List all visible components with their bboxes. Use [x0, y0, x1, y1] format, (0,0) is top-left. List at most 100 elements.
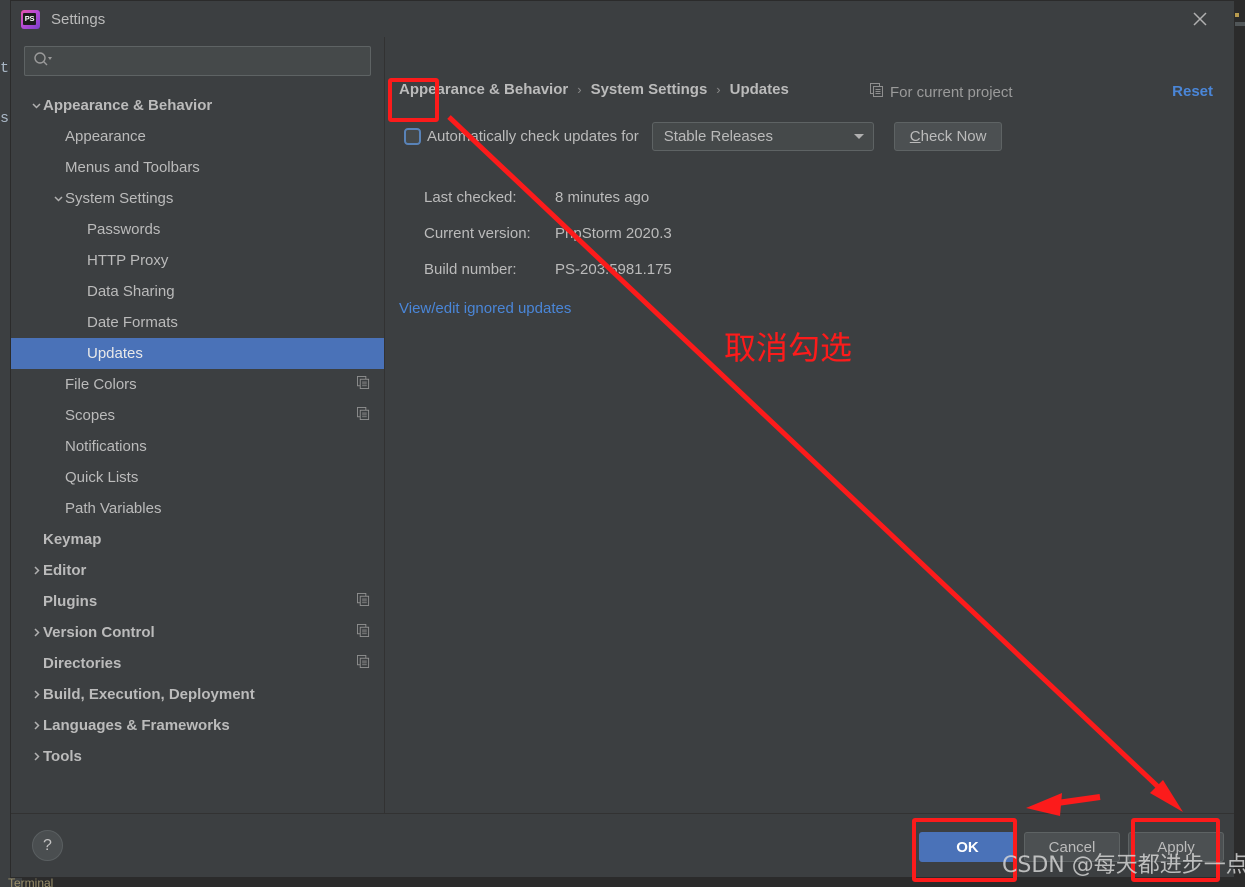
dialog-body: Appearance & Behavior Appearance Menus and…: [11, 37, 1234, 813]
check-now-button[interactable]: Check Now: [893, 121, 1003, 151]
settings-tree: Appearance & Behavior Appearance Menus and…: [11, 76, 384, 813]
sidebar-item-label: Build, Execution, Deployment: [43, 686, 255, 703]
sidebar-item-label: Editor: [43, 562, 87, 579]
apply-button[interactable]: Apply: [1128, 832, 1224, 862]
screen: to s Terminal PS Settings Appearance & B…: [0, 0, 1245, 887]
for-current-project-text: For current project: [890, 83, 1013, 101]
search-wrap: [11, 46, 384, 76]
sidebar-item-updates[interactable]: Updates: [11, 338, 384, 369]
checkbox-box: [403, 127, 421, 145]
update-info-row: Current version: PhpStorm 2020.3: [424, 215, 672, 251]
settings-sidebar: Appearance & Behavior Appearance Menus and…: [11, 37, 385, 813]
sidebar-item-label: Data Sharing: [87, 283, 175, 300]
auto-check-checkbox[interactable]: [399, 123, 425, 149]
project-scope-icon: [357, 375, 370, 394]
cancel-button[interactable]: Cancel: [1024, 832, 1120, 862]
sidebar-item-path-variables[interactable]: Path Variables: [11, 493, 384, 524]
sidebar-item-label: Passwords: [87, 221, 161, 238]
update-channel-value: Stable Releases: [663, 127, 774, 145]
chevron-right-icon[interactable]: [29, 720, 43, 731]
project-scope-icon: [357, 623, 370, 642]
sidebar-item-label: Date Formats: [87, 314, 178, 331]
sidebar-item-system-settings[interactable]: System Settings: [11, 183, 384, 214]
sidebar-item-label: Directories: [43, 655, 122, 672]
dialog-title: Settings: [51, 10, 106, 28]
sidebar-item-notifications[interactable]: Notifications: [11, 431, 384, 462]
sidebar-item-menus-and-toolbars[interactable]: Menus and Toolbars: [11, 152, 384, 183]
sidebar-item-label: File Colors: [65, 376, 137, 393]
chevron-right-icon[interactable]: [29, 627, 43, 638]
breadcrumb-separator: ›: [577, 82, 582, 97]
breadcrumb-separator: ›: [716, 82, 721, 97]
view-edit-ignored-updates-link[interactable]: View/edit ignored updates: [399, 300, 571, 317]
chevron-down-icon[interactable]: [51, 193, 65, 204]
ok-button[interactable]: OK: [919, 832, 1016, 862]
sidebar-item-editor[interactable]: Editor: [11, 555, 384, 586]
sidebar-item-build-execution-deployment[interactable]: Build, Execution, Deployment: [11, 679, 384, 710]
sidebar-item-label: Plugins: [43, 593, 98, 610]
sidebar-item-label: Version Control: [43, 624, 155, 641]
phpstorm-logo-text: PS: [24, 13, 35, 23]
sidebar-item-directories[interactable]: Directories: [11, 648, 384, 679]
check-now-label-rest: heck Now: [920, 127, 987, 145]
sidebar-item-label: Quick Lists: [65, 469, 139, 486]
update-info-key: Last checked:: [424, 188, 517, 206]
search-input[interactable]: [24, 46, 371, 76]
updates-panel: Appearance & Behavior › System Settings › Up…: [385, 37, 1234, 813]
sidebar-item-tools[interactable]: Tools: [11, 741, 384, 772]
copy-scope-icon: [870, 83, 884, 101]
sidebar-item-http-proxy[interactable]: HTTP Proxy: [11, 245, 384, 276]
phpstorm-logo-icon: PS: [21, 9, 40, 29]
sidebar-item-appearance[interactable]: Appearance: [11, 121, 384, 152]
chevron-down-icon: [853, 127, 865, 145]
reset-link[interactable]: Reset: [1172, 83, 1213, 100]
sidebar-item-scopes[interactable]: Scopes: [11, 400, 384, 431]
sidebar-item-languages-frameworks[interactable]: Languages & Frameworks: [11, 710, 384, 741]
dialog-footer: ? OK Cancel Apply: [11, 813, 1234, 877]
auto-check-label: Automatically check updates for: [427, 127, 639, 145]
sidebar-item-label: Notifications: [65, 438, 147, 455]
breadcrumb-item: Updates: [729, 81, 789, 98]
update-channel-select[interactable]: Stable Releases: [651, 121, 874, 151]
update-info-row: Last checked: 8 minutes ago: [424, 179, 672, 215]
update-info-list: Last checked: 8 minutes ago Current versio…: [424, 179, 672, 287]
sidebar-item-label: Appearance: [65, 128, 146, 145]
chevron-right-icon[interactable]: [29, 751, 43, 762]
sidebar-item-label: Path Variables: [65, 500, 162, 517]
close-icon[interactable]: [1188, 7, 1212, 31]
sidebar-item-label: HTTP Proxy: [87, 252, 169, 269]
chevron-right-icon[interactable]: [29, 689, 43, 700]
ide-status-dot: [1235, 13, 1239, 17]
sidebar-item-version-control[interactable]: Version Control: [11, 617, 384, 648]
sidebar-item-label: System Settings: [65, 190, 174, 207]
settings-dialog: PS Settings Appearance & Behavior Appear…: [10, 0, 1235, 878]
sidebar-item-file-colors[interactable]: File Colors: [11, 369, 384, 400]
sidebar-item-label: Tools: [43, 748, 82, 765]
search-icon: [33, 51, 53, 72]
sidebar-item-plugins[interactable]: Plugins: [11, 586, 384, 617]
help-button[interactable]: ?: [32, 830, 63, 861]
update-info-value: PS-203.5981.175: [555, 260, 672, 278]
for-current-project-label: For current project: [870, 83, 1013, 101]
update-info-value: 8 minutes ago: [555, 188, 650, 206]
project-scope-icon: [357, 654, 370, 673]
sidebar-item-passwords[interactable]: Passwords: [11, 214, 384, 245]
sidebar-item-data-sharing[interactable]: Data Sharing: [11, 276, 384, 307]
update-info-key: Build number:: [424, 260, 517, 278]
sidebar-item-label: Scopes: [65, 407, 116, 424]
project-scope-icon: [357, 592, 370, 611]
sidebar-item-label: Keymap: [43, 531, 102, 548]
chevron-right-icon[interactable]: [29, 565, 43, 576]
ide-ghost-text-bottom: s: [0, 110, 10, 127]
sidebar-item-appearance-behavior[interactable]: Appearance & Behavior: [11, 90, 384, 121]
dialog-titlebar: PS Settings: [11, 1, 1234, 37]
project-scope-icon: [357, 406, 370, 425]
sidebar-item-date-formats[interactable]: Date Formats: [11, 307, 384, 338]
breadcrumb: Appearance & Behavior › System Settings › Up…: [399, 81, 789, 98]
chevron-down-icon[interactable]: [29, 100, 43, 111]
sidebar-item-quick-lists[interactable]: Quick Lists: [11, 462, 384, 493]
sidebar-item-label: Updates: [87, 345, 143, 362]
sidebar-item-keymap[interactable]: Keymap: [11, 524, 384, 555]
update-info-key: Current version:: [424, 224, 531, 242]
update-info-value: PhpStorm 2020.3: [555, 224, 672, 242]
